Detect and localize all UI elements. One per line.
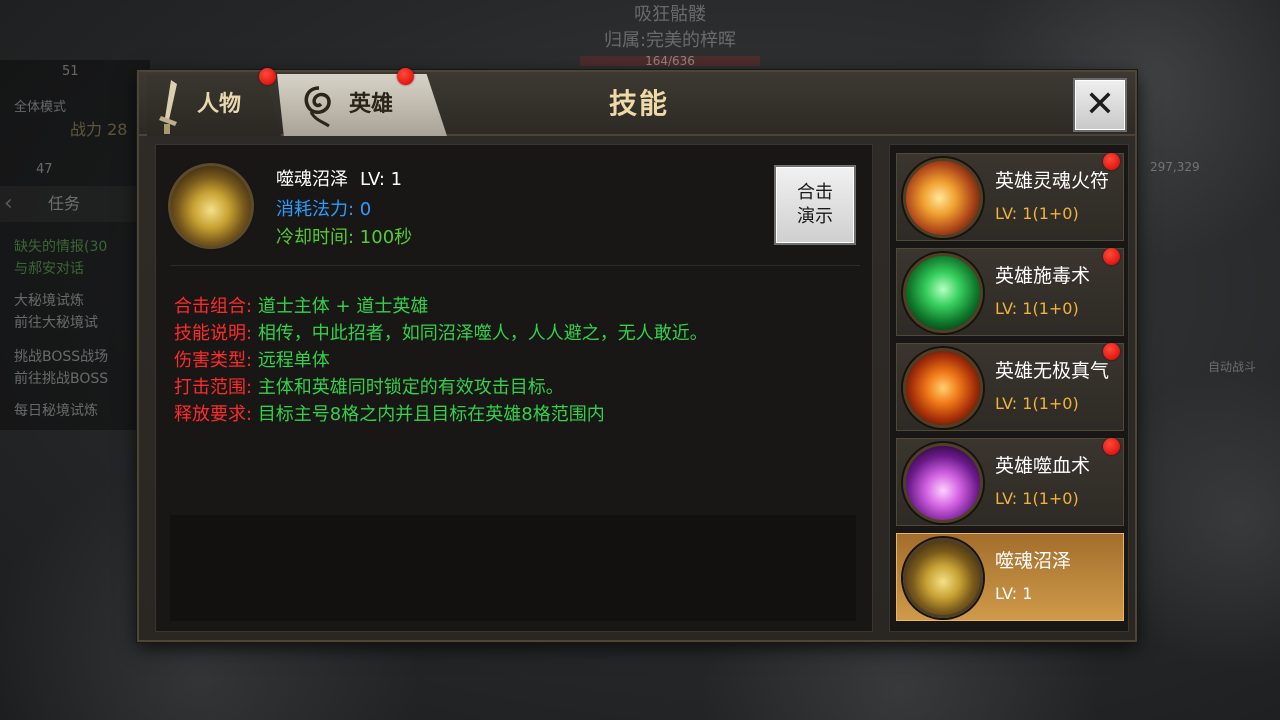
skill-detail-panel: 噬魂沼泽 LV: 1 消耗法力: 0 冷却时间: 100秒 合击 演示 合击组合:… <box>155 144 873 632</box>
skill-badge <box>1103 153 1120 170</box>
skill-list-level: LV: 1(1+0) <box>995 204 1079 223</box>
skill-list-level: LV: 1(1+0) <box>995 489 1079 508</box>
close-icon: ✕ <box>1084 84 1116 125</box>
skill-list-name: 噬魂沼泽 <box>995 550 1072 572</box>
quest-item[interactable]: 缺失的情报(30 与郝安对话 <box>14 236 107 280</box>
combo-demo-label-2: 演示 <box>797 206 833 227</box>
info-range: 打击范围: 主体和英雄同时锁定的有效攻击目标。 <box>174 377 564 398</box>
yin-yang-icon <box>903 348 983 428</box>
fire-talisman-icon <box>903 158 983 238</box>
blood-demon-icon <box>903 443 983 523</box>
cooldown: 冷却时间: 100秒 <box>276 227 413 248</box>
target-name: 吸狂骷髅 <box>634 4 706 25</box>
tab-hero-label: 英雄 <box>349 92 394 117</box>
info-combo: 合击组合: 道士主体 + 道士英雄 <box>174 296 429 317</box>
attack-mode[interactable]: 全体模式 <box>14 96 66 115</box>
tab-character[interactable]: 人物 <box>147 74 281 136</box>
skill-list-level: LV: 1(1+0) <box>995 394 1079 413</box>
quest-item[interactable]: 每日秘境试炼 <box>14 400 98 422</box>
skill-list-name: 英雄噬血术 <box>995 455 1091 477</box>
info-damage-type: 伤害类型: 远程单体 <box>174 350 330 371</box>
task-tab[interactable]: 任务 <box>0 186 150 222</box>
player-sub-level: 47 <box>36 162 53 177</box>
target-monster-hud: 吸狂骷髅 归属:完美的梓晖 164/636 <box>580 0 760 67</box>
auto-battle-label[interactable]: 自动战斗 <box>1208 358 1256 375</box>
target-owner: 归属:完美的梓晖 <box>603 30 737 51</box>
skill-badge <box>1103 248 1120 265</box>
skill-list-panel: 英雄灵魂火符 LV: 1(1+0) 英雄施毒术 LV: 1(1+0) 英雄无极真… <box>889 144 1129 632</box>
target-hp-bar: 164/636 <box>580 55 760 67</box>
skill-badge <box>1103 438 1120 455</box>
skill-info-list: 合击组合: 道士主体 + 道士英雄 技能说明: 相传，中此招者，如同沼泽噬人，人… <box>174 293 708 428</box>
skill-list-item[interactable]: 英雄施毒术 LV: 1(1+0) <box>896 248 1124 336</box>
info-requirement: 释放要求: 目标主号8格之内并且目标在英雄8格范围内 <box>174 404 605 425</box>
combo-demo-button[interactable]: 合击 演示 <box>774 165 856 245</box>
skill-list-item[interactable]: 英雄噬血术 LV: 1(1+0) <box>896 438 1124 526</box>
skill-dialog: 技能 人物 英雄 ✕ 噬魂沼泽 LV: 1 消耗法力: 0 冷却时间: 100秒 … <box>137 68 1137 642</box>
skill-list-level: LV: 1(1+0) <box>995 299 1079 318</box>
combo-demo-label-1: 合击 <box>797 182 833 203</box>
tab-character-label: 人物 <box>197 92 242 117</box>
mana-cost: 消耗法力: 0 <box>276 199 372 220</box>
swamp-icon <box>903 538 983 618</box>
skill-list-item[interactable]: 英雄无极真气 LV: 1(1+0) <box>896 343 1124 431</box>
right-hp-readout: 297,329 <box>1150 160 1200 174</box>
swamp-skill-icon <box>168 163 254 249</box>
info-description: 技能说明: 相传，中此招者，如同沼泽噬人，人人避之，无人敢近。 <box>174 323 708 344</box>
skill-list-name: 英雄施毒术 <box>995 265 1091 287</box>
skill-name: 噬魂沼泽 <box>276 169 348 190</box>
skill-list-item[interactable]: 英雄灵魂火符 LV: 1(1+0) <box>896 153 1124 241</box>
tab-character-badge <box>259 68 276 85</box>
skill-title-line: 噬魂沼泽 LV: 1 <box>276 165 402 191</box>
tab-hero[interactable]: 英雄 <box>277 74 447 136</box>
quest-item[interactable]: 挑战BOSS战场 前往挑战BOSS <box>14 346 108 390</box>
detail-divider <box>170 265 860 266</box>
swirl-icon <box>304 86 331 128</box>
skill-list-item-selected[interactable]: 噬魂沼泽 LV: 1 <box>896 533 1124 621</box>
close-button[interactable]: ✕ <box>1073 78 1127 132</box>
skill-list-name: 英雄灵魂火符 <box>995 170 1110 192</box>
sword-icon <box>159 80 177 134</box>
skill-badge <box>1103 343 1120 360</box>
poison-icon <box>903 253 983 333</box>
detail-footer-area <box>170 515 856 621</box>
tab-hero-badge <box>397 68 414 85</box>
quest-item[interactable]: 大秘境试炼 前往大秘境试 <box>14 290 98 334</box>
skill-level: LV: 1 <box>360 169 403 190</box>
skill-list-name: 英雄无极真气 <box>995 360 1110 382</box>
skill-list-level: LV: 1 <box>995 584 1033 603</box>
battle-power: 战力 28 <box>70 120 128 139</box>
player-level: 51 <box>62 64 79 79</box>
